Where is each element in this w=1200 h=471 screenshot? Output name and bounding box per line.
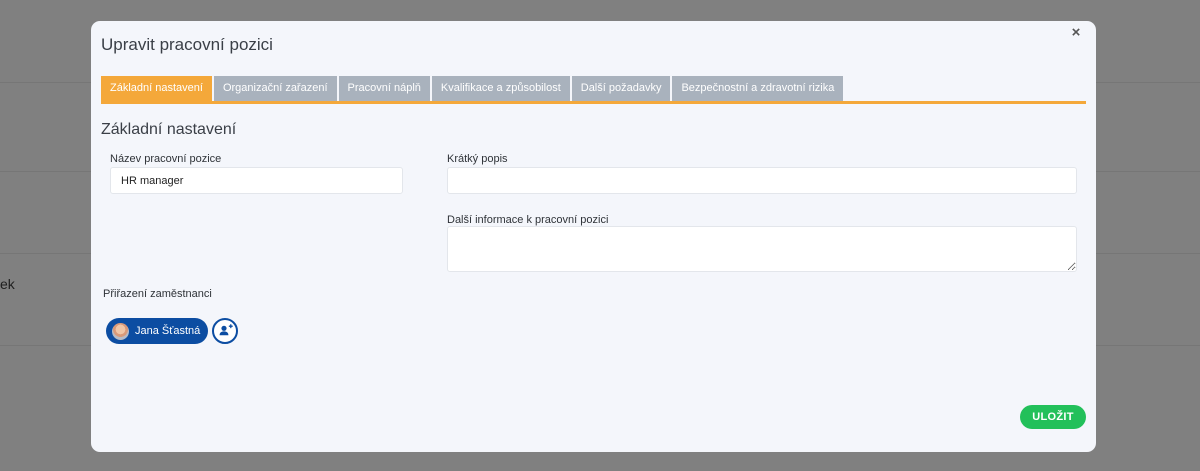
additional-info-textarea[interactable] [447, 226, 1077, 272]
additional-info-label: Další informace k pracovní pozici [447, 214, 609, 226]
short-description-label: Krátký popis [447, 153, 508, 165]
position-name-label: Název pracovní pozice [110, 153, 222, 165]
save-button[interactable]: ULOŽIT [1020, 405, 1086, 429]
tab-basic-settings[interactable]: Základní nastavení [101, 76, 212, 101]
employee-name: Jana Šťastná [135, 325, 201, 337]
assigned-employees-label: Přiřazení zaměstnanci [103, 288, 212, 300]
modal-title: Upravit pracovní pozici [101, 35, 273, 54]
short-description-input[interactable] [447, 167, 1077, 194]
add-user-icon [219, 324, 233, 336]
avatar [112, 322, 129, 340]
tab-organizational-placement[interactable]: Organizační zařazení [213, 76, 337, 101]
tab-job-description[interactable]: Pracovní náplň [338, 76, 430, 101]
employee-chip[interactable]: Jana Šťastná [106, 318, 208, 344]
tab-qualifications[interactable]: Kvalifikace a způsobilost [431, 76, 570, 101]
position-name-input[interactable] [110, 167, 403, 194]
section-title: Základní nastavení [101, 121, 237, 138]
tab-bar: Základní nastavení Organizační zařazení … [101, 76, 1086, 104]
close-icon[interactable]: × [1068, 25, 1084, 41]
edit-position-modal: Upravit pracovní pozici × Základní nasta… [91, 21, 1096, 452]
add-user-button[interactable] [212, 318, 238, 344]
tab-safety-health-risks[interactable]: Bezpečnostní a zdravotní rizika [672, 76, 844, 101]
background-partial-text: ek [0, 276, 15, 292]
tab-other-requirements[interactable]: Další požadavky [571, 76, 671, 101]
